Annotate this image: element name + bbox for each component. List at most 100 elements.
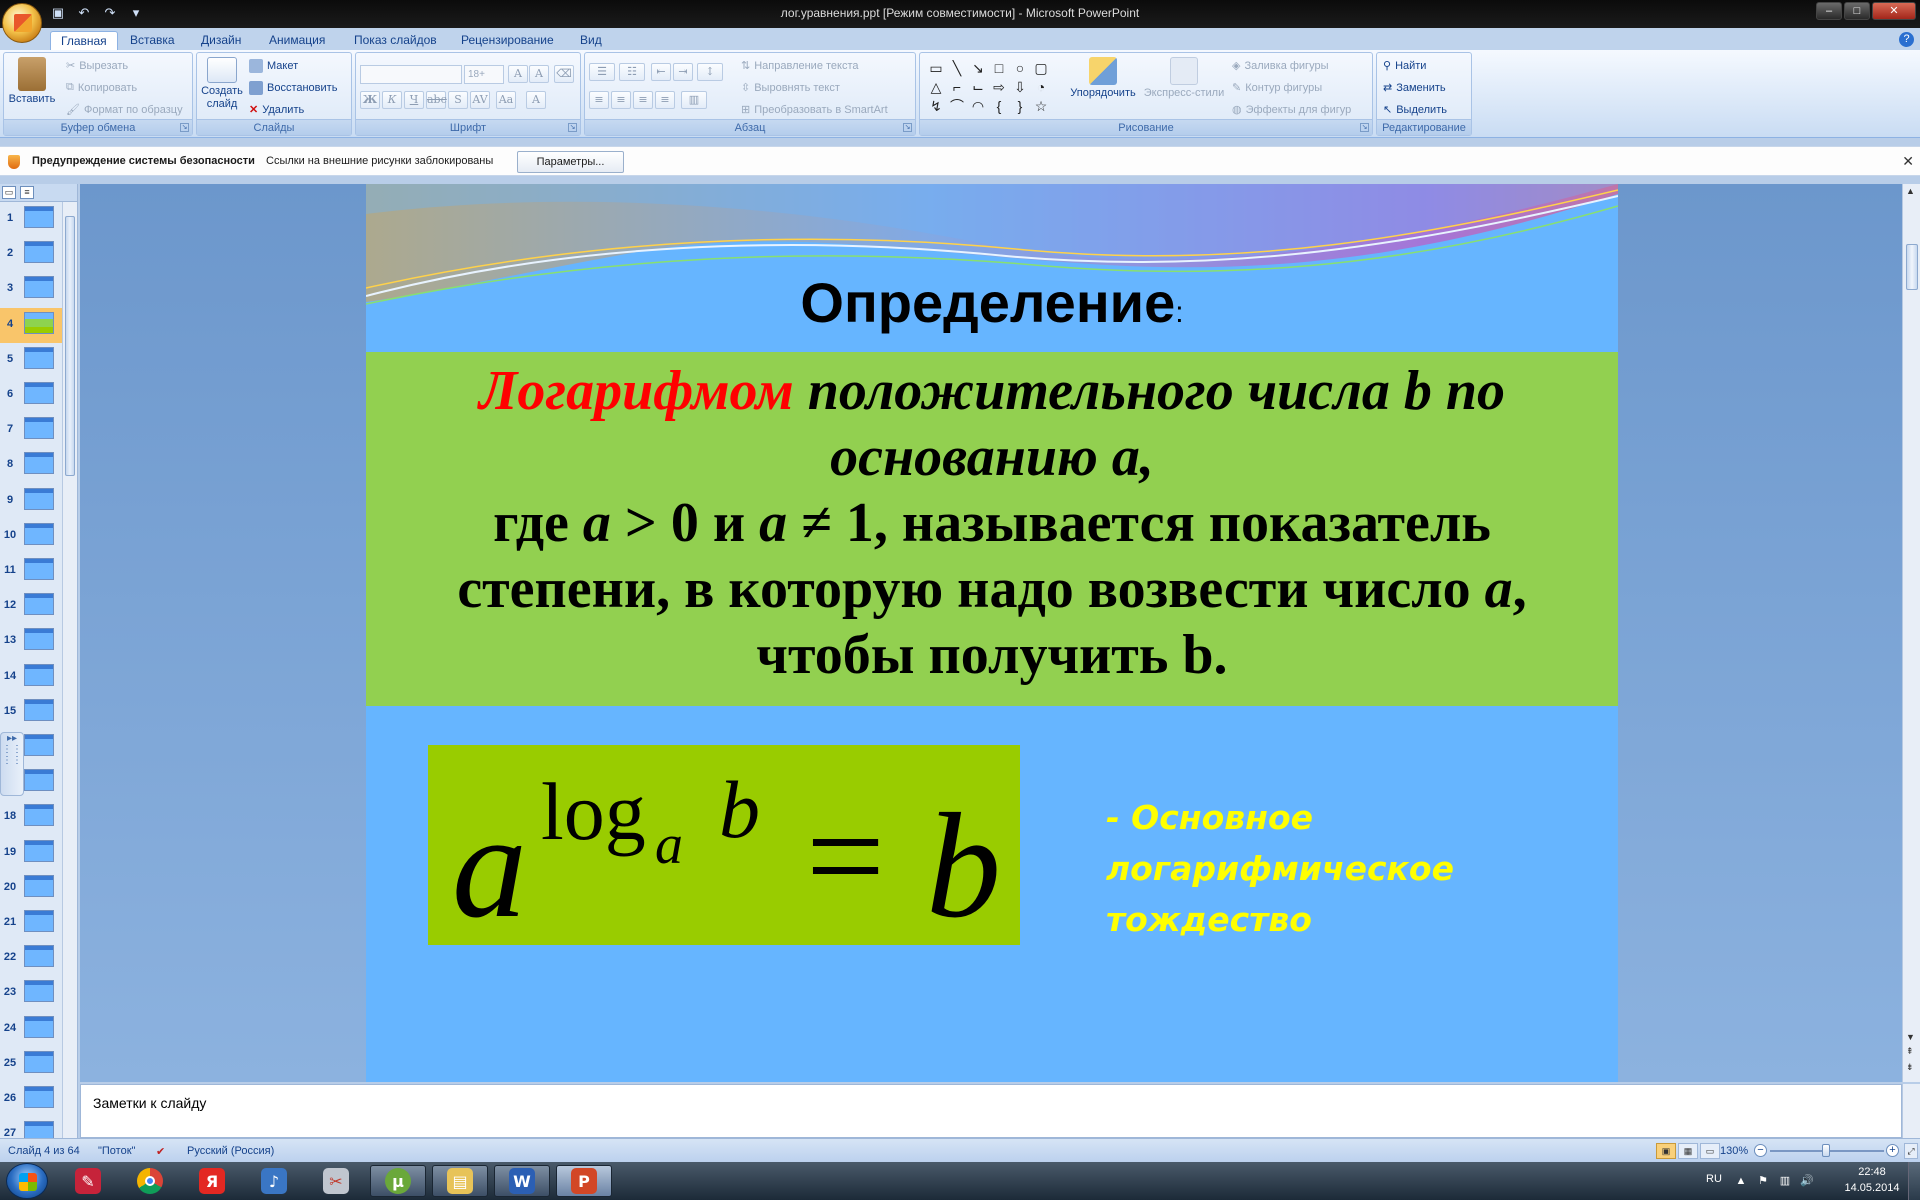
taskbar-app-pdf[interactable]: ✎: [60, 1165, 116, 1197]
taskbar-app-chrome[interactable]: [122, 1165, 178, 1197]
change-case-icon[interactable]: Aa: [496, 91, 516, 109]
slide-thumbnail[interactable]: 21: [0, 906, 62, 941]
taskbar-app-explorer[interactable]: ▤: [432, 1165, 488, 1197]
numbering-icon[interactable]: ☷: [619, 63, 645, 81]
identity-caption[interactable]: - Основное логарифмическое тождество: [1106, 792, 1486, 945]
tab-design[interactable]: Дизайн: [191, 31, 251, 50]
strikethrough-icon[interactable]: abc: [426, 91, 447, 109]
down-arrow-shape-icon[interactable]: ⇩: [1010, 78, 1030, 96]
scroll-up-icon[interactable]: ▲: [1906, 186, 1915, 196]
close-icon[interactable]: ✕: [1902, 153, 1914, 170]
brace-left-shape-icon[interactable]: {: [989, 97, 1009, 115]
clock-date[interactable]: 14.05.2014: [1836, 1182, 1908, 1194]
security-options-button[interactable]: Параметры...: [517, 151, 624, 173]
tab-home[interactable]: Главная: [50, 31, 118, 50]
reset-button[interactable]: Восстановить: [249, 81, 337, 95]
slide-thumbnail[interactable]: 3: [0, 272, 62, 307]
tray-language[interactable]: RU: [1706, 1173, 1722, 1185]
slides-tab-icon[interactable]: ▭: [2, 186, 16, 199]
notes-pane[interactable]: Заметки к слайду: [80, 1084, 1902, 1138]
tray-network-icon[interactable]: ▥: [1778, 1174, 1792, 1188]
notes-scrollbar[interactable]: [1902, 1084, 1920, 1138]
shape-fill-button[interactable]: ◈ Заливка фигуры: [1232, 59, 1328, 73]
decrease-indent-icon[interactable]: ⇤: [651, 63, 671, 81]
scroll-thumb[interactable]: [65, 216, 75, 476]
slide-thumbnail[interactable]: 12: [0, 589, 62, 624]
rounded-rect-shape-icon[interactable]: ▢: [1031, 59, 1051, 77]
paragraph-launcher-icon[interactable]: ↘: [903, 123, 912, 132]
slide-thumbnail[interactable]: 10: [0, 519, 62, 554]
minimize-button[interactable]: –: [1816, 2, 1842, 20]
zoom-out-icon[interactable]: −: [1754, 1144, 1767, 1157]
slide-thumbnail[interactable]: 8: [0, 448, 62, 483]
zoom-slider-knob[interactable]: [1822, 1144, 1830, 1157]
help-icon[interactable]: ?: [1899, 32, 1914, 47]
star-shape-icon[interactable]: ☆: [1031, 97, 1051, 115]
justify-icon[interactable]: ≡: [655, 91, 675, 109]
editor-scroll-thumb[interactable]: [1906, 244, 1918, 290]
theme-name[interactable]: "Поток": [98, 1145, 135, 1157]
paste-button[interactable]: Вставить: [8, 57, 56, 106]
language-indicator[interactable]: Русский (Россия): [187, 1145, 274, 1157]
zoom-level[interactable]: 130%: [1720, 1145, 1748, 1157]
fit-to-window-icon[interactable]: ⤢: [1904, 1143, 1918, 1159]
slide-thumbnail[interactable]: 4: [0, 307, 62, 343]
clear-format-icon[interactable]: ⌫: [554, 65, 574, 83]
next-slide-icon[interactable]: ⇟: [1906, 1062, 1914, 1073]
font-name-combo[interactable]: [360, 65, 462, 84]
slide-thumbnail[interactable]: 20: [0, 871, 62, 906]
font-size-combo[interactable]: 18+: [464, 65, 504, 84]
slideshow-view-icon[interactable]: ▭: [1700, 1143, 1720, 1159]
smartart-button[interactable]: ⊞ Преобразовать в SmartArt: [741, 103, 888, 117]
cut-button[interactable]: ✂ Вырезать: [66, 59, 128, 73]
tray-volume-icon[interactable]: 🔊: [1800, 1174, 1814, 1188]
editor-scrollbar[interactable]: ▲ ▼ ⇞ ⇟: [1902, 184, 1920, 1082]
slide-thumbnail[interactable]: 6: [0, 378, 62, 413]
slide-thumbnail[interactable]: 1: [0, 202, 62, 237]
line-spacing-icon[interactable]: ↕: [697, 63, 723, 81]
formula-box[interactable]: a log a b = b: [428, 745, 1020, 945]
slide-thumbnail[interactable]: 24: [0, 1012, 62, 1047]
font-launcher-icon[interactable]: ↘: [568, 123, 577, 132]
zoom-in-icon[interactable]: +: [1886, 1144, 1899, 1157]
slide-thumbnail[interactable]: 7: [0, 413, 62, 448]
tab-slideshow[interactable]: Показ слайдов: [344, 31, 447, 50]
tray-flag-icon[interactable]: ⚑: [1756, 1174, 1770, 1188]
close-button[interactable]: ✕: [1872, 2, 1916, 20]
show-desktop-button[interactable]: [1908, 1162, 1920, 1200]
increase-indent-icon[interactable]: ⇥: [673, 63, 693, 81]
shrink-font-icon[interactable]: A: [529, 65, 549, 83]
taskbar-app-utorrent[interactable]: µ: [370, 1165, 426, 1197]
scroll-down-icon[interactable]: ▼: [1906, 1032, 1915, 1042]
slide-thumbnail[interactable]: 19: [0, 836, 62, 871]
tab-insert[interactable]: Вставка: [120, 31, 185, 50]
tab-review[interactable]: Рецензирование: [451, 31, 564, 50]
start-button[interactable]: [6, 1163, 48, 1199]
arc-shape-icon[interactable]: ◠: [968, 97, 988, 115]
slide-thumbnail[interactable]: 18: [0, 800, 62, 835]
slide-thumbnail[interactable]: 27: [0, 1117, 62, 1138]
copy-button[interactable]: ⧉ Копировать: [66, 81, 137, 94]
delete-slide-button[interactable]: ✕ Удалить: [249, 103, 304, 117]
slide-thumbnail[interactable]: 23: [0, 976, 62, 1011]
curve-shape-icon[interactable]: ⌒: [947, 97, 967, 115]
select-button[interactable]: ↖ Выделить: [1383, 103, 1447, 117]
freeform-shape-icon[interactable]: ↯: [926, 97, 946, 115]
thumbnails-scrollbar[interactable]: [62, 202, 77, 1138]
find-button[interactable]: ⚲ Найти: [1383, 59, 1426, 73]
maximize-button[interactable]: □: [1844, 2, 1870, 20]
align-center-icon[interactable]: ≡: [611, 91, 631, 109]
columns-icon[interactable]: ▥: [681, 91, 707, 109]
elbow-shape-icon[interactable]: ⌐: [947, 78, 967, 96]
shape-outline-button[interactable]: ✎ Контур фигуры: [1232, 81, 1322, 95]
clipboard-launcher-icon[interactable]: ↘: [180, 123, 189, 132]
char-spacing-icon[interactable]: AV: [470, 91, 490, 109]
quick-styles-button[interactable]: Экспресс-стили: [1142, 57, 1226, 100]
align-right-icon[interactable]: ≡: [633, 91, 653, 109]
slide-thumbnail[interactable]: 11: [0, 554, 62, 589]
taskbar-app-yandex[interactable]: Я: [184, 1165, 240, 1197]
office-button[interactable]: [2, 3, 42, 43]
italic-icon[interactable]: К: [382, 91, 402, 109]
pane-splitter-handle[interactable]: ▸▸ ⋮⋮ ⋮⋮: [0, 732, 24, 796]
bold-icon[interactable]: Ж: [360, 91, 380, 109]
